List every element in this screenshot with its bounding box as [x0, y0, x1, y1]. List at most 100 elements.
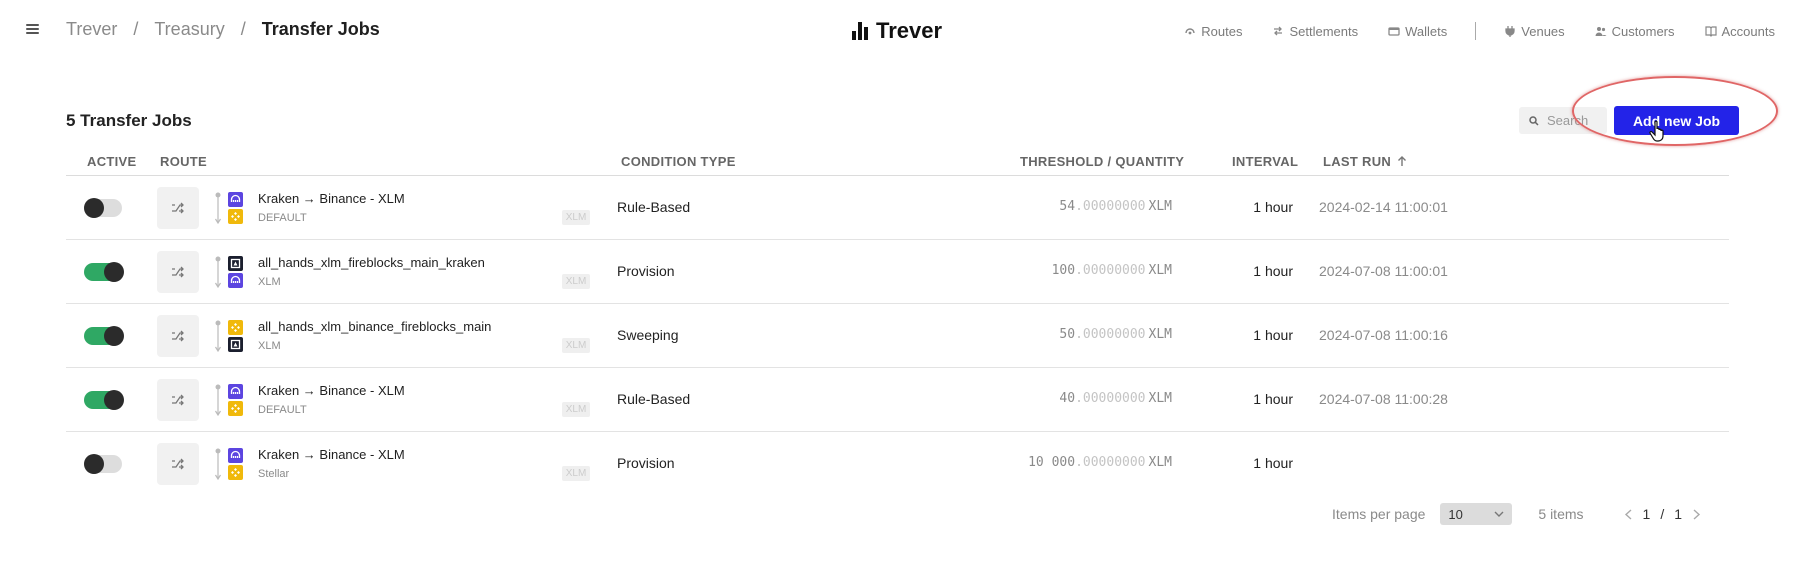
shuffle-icon	[172, 330, 184, 342]
col-interval[interactable]: INTERVAL	[1232, 154, 1298, 169]
active-toggle[interactable]	[84, 390, 124, 410]
customers-icon	[1595, 27, 1607, 36]
quantity-decimals: .00000000	[1075, 327, 1146, 342]
venue-icons	[228, 192, 243, 224]
nav-label: Routes	[1201, 23, 1243, 39]
binance-icon	[231, 212, 240, 221]
nav-routes[interactable]: Routes	[1184, 24, 1242, 39]
route-shuffle-icon[interactable]	[157, 379, 199, 421]
interval: 1 hour	[1253, 455, 1293, 471]
asset-tag: XLM	[562, 466, 590, 481]
table-row[interactable]: all_hands_xlm_fireblocks_main_kraken XLM…	[66, 240, 1729, 304]
route-shuffle-icon[interactable]	[157, 443, 199, 485]
nav-accounts[interactable]: Accounts	[1704, 23, 1775, 39]
items-per-page-label: Items per page	[1332, 506, 1426, 522]
venues-icon	[1505, 26, 1515, 37]
col-condition[interactable]: CONDITION TYPE	[621, 154, 736, 169]
destination-venue-icon	[228, 209, 243, 224]
kraken-icon	[230, 194, 241, 202]
menu-icon[interactable]	[26, 24, 39, 34]
last-run: 2024-07-08 11:00:28	[1319, 391, 1448, 407]
route-shuffle-icon[interactable]	[157, 315, 199, 357]
logo-text: Trever	[876, 18, 943, 43]
active-toggle[interactable]	[84, 326, 124, 346]
quantity-integer: 100	[1051, 263, 1076, 278]
condition-type: Rule-Based	[617, 199, 691, 215]
nav-label: Accounts	[1721, 23, 1775, 39]
route-shuffle-icon[interactable]	[157, 251, 199, 293]
destination-venue-icon	[228, 337, 243, 352]
route-name[interactable]: Kraken → Binance - XLM	[258, 191, 405, 206]
chevron-left-icon[interactable]	[1624, 508, 1633, 520]
source-venue-icon	[228, 192, 243, 207]
chevron-right-icon[interactable]	[1692, 508, 1701, 520]
table-row[interactable]: all_hands_xlm_binance_fireblocks_main XL…	[66, 304, 1729, 368]
col-active[interactable]: ACTIVE	[87, 154, 136, 169]
table-row[interactable]: Kraken → Binance - XLM DEFAULT XLM Rule-…	[66, 176, 1729, 240]
quantity-decimals: .00000000	[1075, 391, 1146, 406]
nav-wallets[interactable]: Wallets	[1388, 24, 1447, 39]
pagination: Items per page 10 5 items 1 / 1	[1332, 502, 1701, 526]
add-new-job-button[interactable]: Add new Job	[1614, 106, 1739, 135]
binance-icon	[231, 323, 240, 332]
shuffle-icon	[172, 266, 184, 278]
table-header: ACTIVE ROUTE CONDITION TYPE THRESHOLD / …	[66, 150, 1729, 176]
breadcrumb-current: Transfer Jobs	[261, 19, 380, 39]
col-route[interactable]: ROUTE	[160, 154, 207, 169]
search-icon	[1529, 115, 1539, 126]
route-shuffle-icon[interactable]	[157, 187, 199, 229]
col-last-run[interactable]: LAST RUN	[1323, 154, 1407, 169]
nav-customers[interactable]: Customers	[1595, 24, 1675, 39]
binance-icon	[231, 404, 240, 413]
settlements-icon	[1274, 26, 1283, 36]
threshold-quantity: 40.00000000 XLM	[1059, 391, 1172, 406]
destination-venue-icon	[228, 465, 243, 480]
nav-settlements[interactable]: Settlements	[1272, 24, 1358, 39]
interval: 1 hour	[1253, 263, 1293, 279]
route-name[interactable]: all_hands_xlm_binance_fireblocks_main	[258, 319, 491, 334]
shuffle-icon	[172, 202, 184, 214]
nav-venues[interactable]: Venues	[1504, 24, 1565, 39]
quantity-integer: 40	[1059, 391, 1076, 406]
toggle-knob	[104, 262, 124, 282]
nav-label: Customers	[1611, 23, 1675, 39]
hand-cursor-icon	[1649, 120, 1664, 142]
items-count: 5 items	[1538, 506, 1584, 522]
route-subtitle: XLM	[258, 340, 281, 352]
table-row[interactable]: Kraken → Binance - XLM Stellar XLM Provi…	[66, 432, 1729, 496]
active-toggle[interactable]	[84, 262, 124, 282]
route-subtitle: Stellar	[258, 468, 290, 480]
col-last-run-label: LAST RUN	[1323, 154, 1392, 169]
threshold-quantity: 10 000.00000000 XLM	[1028, 455, 1172, 470]
breadcrumb-root[interactable]: Trever	[66, 19, 117, 40]
quantity-unit: XLM	[1148, 263, 1172, 278]
breadcrumb-treasury[interactable]: Treasury	[154, 19, 224, 40]
destination-venue-icon	[228, 401, 243, 416]
asset-tag: XLM	[562, 338, 590, 353]
app-logo[interactable]: Trever	[852, 18, 942, 44]
active-toggle[interactable]	[84, 198, 122, 218]
breadcrumb-separator: /	[240, 19, 246, 39]
accounts-icon	[1704, 26, 1717, 37]
items-per-page-select[interactable]: 10	[1440, 503, 1513, 525]
table-row[interactable]: Kraken → Binance - XLM DEFAULT XLM Rule-…	[66, 368, 1729, 432]
sort-ascending-icon	[1398, 156, 1407, 166]
nav-label: Settlements	[1289, 23, 1359, 39]
toggle-knob	[84, 198, 104, 218]
condition-type: Rule-Based	[617, 391, 691, 407]
routes-icon	[1185, 28, 1195, 35]
last-run: 2024-02-14 11:00:01	[1319, 199, 1448, 215]
total-pages: 1	[1674, 506, 1682, 522]
venue-icons	[228, 256, 243, 288]
route-name[interactable]: Kraken → Binance - XLM	[258, 447, 405, 462]
binance-icon	[231, 468, 240, 477]
active-toggle[interactable]	[84, 454, 122, 474]
col-threshold[interactable]: THRESHOLD / QUANTITY	[1020, 154, 1184, 169]
route-name[interactable]: Kraken → Binance - XLM	[258, 383, 405, 398]
flow-arrow-icon	[214, 256, 222, 289]
page-navigation: 1 / 1	[1624, 506, 1701, 522]
route-subtitle: XLM	[258, 276, 281, 288]
breadcrumb-separator: /	[133, 19, 139, 39]
route-name[interactable]: all_hands_xlm_fireblocks_main_kraken	[258, 255, 485, 270]
toggle-knob	[84, 454, 104, 474]
